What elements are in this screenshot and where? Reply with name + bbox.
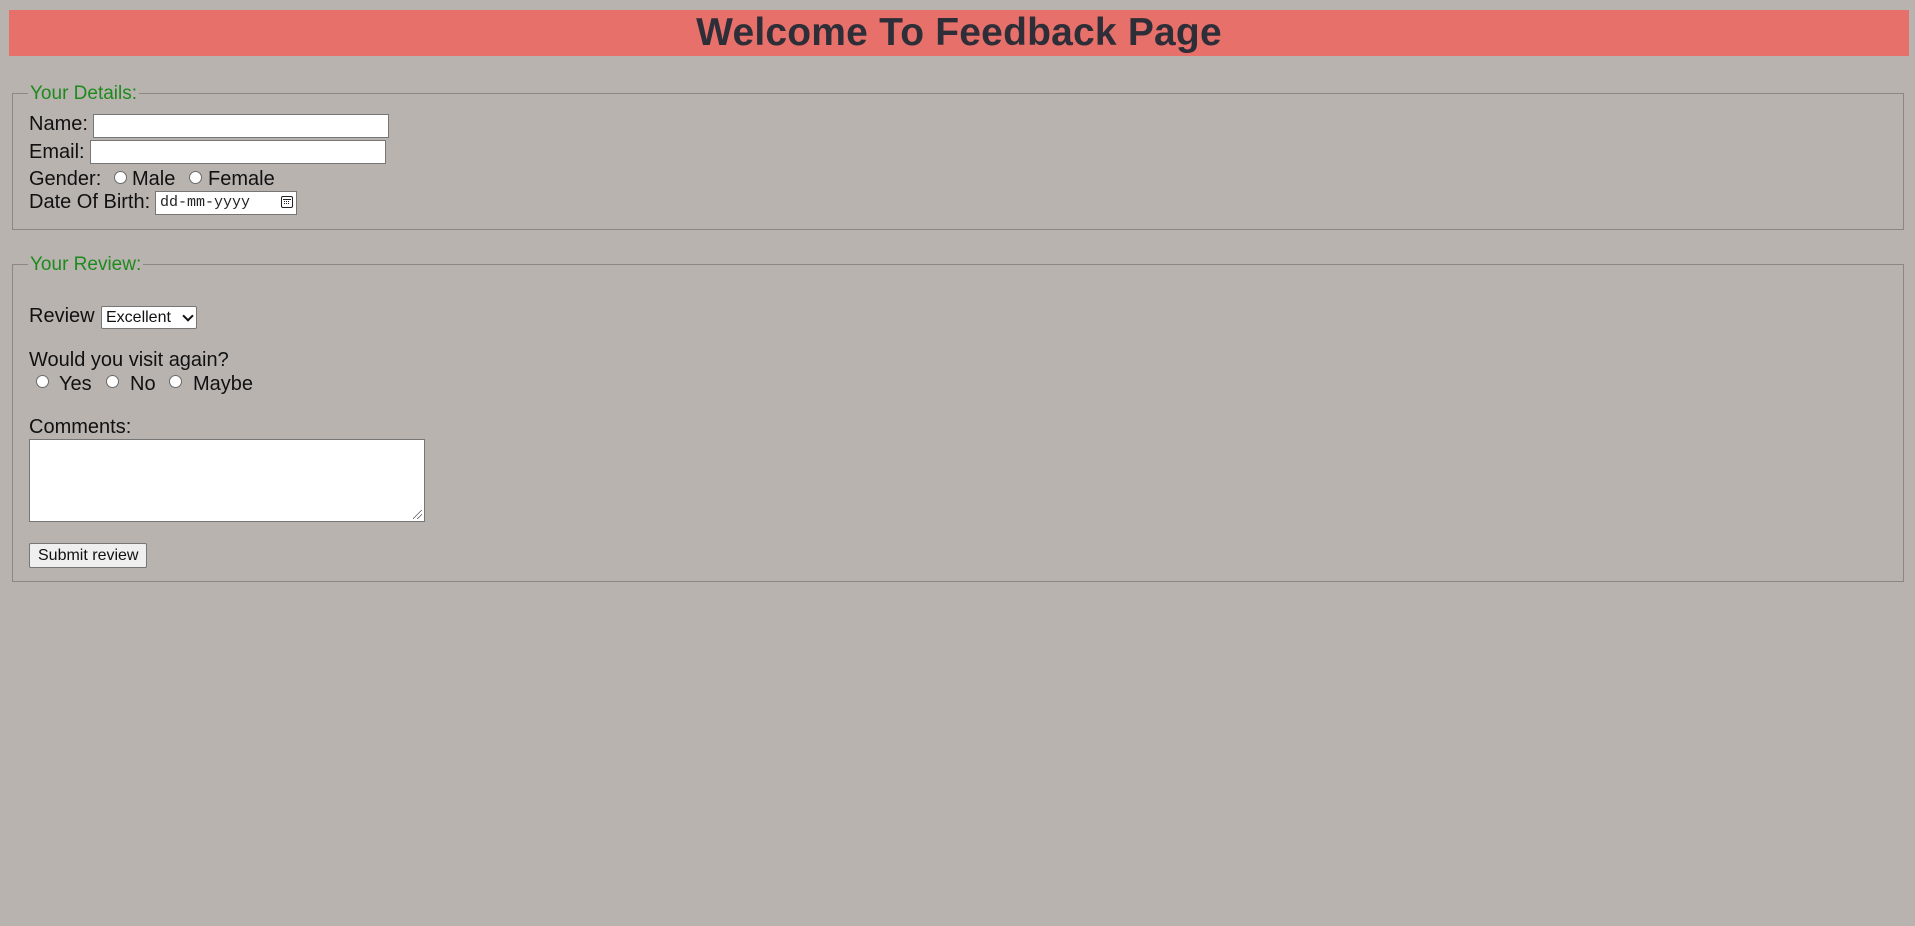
review-fieldset: Your Review: Review Excellent Would you …: [12, 254, 1904, 582]
visit-no-radio[interactable]: [106, 375, 119, 388]
visit-yes-label: Yes: [59, 373, 92, 395]
dob-label: Date Of Birth:: [29, 191, 151, 213]
review-label: Review: [29, 305, 95, 327]
email-label: Email:: [29, 141, 85, 163]
dob-placeholder: dd-mm-yyyy: [160, 194, 251, 211]
resize-grip-icon[interactable]: [413, 510, 422, 519]
gender-female-radio[interactable]: [189, 171, 202, 184]
calendar-icon[interactable]: [281, 196, 293, 208]
name-label: Name:: [29, 113, 88, 135]
details-fieldset: Your Details: Name: Email: Gender: Male …: [12, 83, 1904, 230]
details-legend: Your Details:: [28, 83, 140, 105]
visit-maybe-radio[interactable]: [169, 375, 182, 388]
review-legend: Your Review:: [28, 254, 144, 276]
name-input[interactable]: [93, 114, 389, 138]
header-banner: Welcome To Feedback Page: [9, 10, 1909, 56]
submit-review-button[interactable]: Submit review: [29, 543, 148, 568]
chevron-down-icon: [182, 310, 194, 322]
page-title: Welcome To Feedback Page: [696, 11, 1222, 54]
email-input[interactable]: [90, 140, 386, 164]
dob-date-input[interactable]: dd-mm-yyyy: [155, 191, 297, 215]
review-selected-value: Excellent: [106, 309, 171, 326]
comments-textarea[interactable]: [29, 439, 425, 522]
review-select[interactable]: Excellent: [101, 306, 197, 329]
visit-no-label: No: [130, 373, 156, 395]
visit-question: Would you visit again?: [29, 349, 229, 371]
gender-male-label: Male: [132, 168, 176, 190]
visit-maybe-label: Maybe: [193, 373, 254, 395]
gender-label: Gender:: [29, 168, 102, 190]
visit-yes-radio[interactable]: [36, 375, 49, 388]
gender-male-radio[interactable]: [114, 171, 127, 184]
comments-label: Comments:: [29, 416, 132, 438]
gender-female-label: Female: [208, 168, 275, 190]
